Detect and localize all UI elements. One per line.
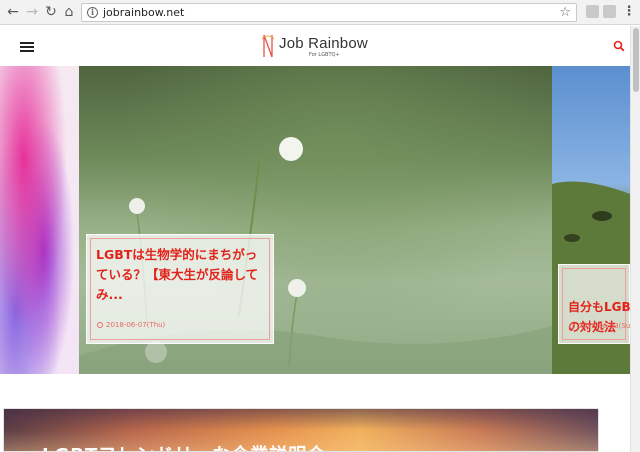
article-date-next: 2018-06-03(Sun) [569, 322, 630, 330]
page-scrollbar[interactable] [630, 26, 640, 452]
clock-icon [97, 322, 103, 328]
logo-title: Job Rainbow [279, 35, 368, 52]
reload-icon[interactable]: ↻ [43, 4, 59, 20]
event-banner[interactable]: LGBTフレンドリーな企業説明会 [3, 408, 599, 452]
article-card-next[interactable]: 自分もLGB の対処法 2018-06-03(Sun) [558, 264, 630, 344]
info-icon[interactable]: i [87, 7, 98, 18]
banner-title[interactable]: LGBTフレンドリーな企業説明会 [42, 441, 326, 451]
article-title-next[interactable]: 自分もLGB の対処法 [568, 297, 630, 337]
extension-icon[interactable] [586, 5, 599, 18]
extension-mail-icon[interactable] [603, 5, 616, 18]
scrollbar-thumb[interactable] [633, 28, 639, 92]
article-title[interactable]: LGBTは生物学的にまちがっている？【東大生が反論してみ... [96, 245, 266, 305]
address-bar[interactable]: i jobrainbow.net ☆ [81, 3, 577, 22]
rainbow-logo-icon [261, 34, 275, 58]
featured-carousel[interactable]: LGBTは生物学的にまちがっている？【東大生が反論してみ... 2018-06-… [0, 66, 630, 374]
hamburger-menu-icon[interactable] [20, 42, 34, 52]
browser-toolbar: ← → ↻ ⌂ i jobrainbow.net ☆ ⋮ [0, 0, 640, 25]
site-logo[interactable]: Job Rainbow For LGBTQ+ [261, 33, 371, 61]
browser-menu-icon[interactable]: ⋮ [622, 4, 636, 20]
back-arrow-icon[interactable]: ← [5, 4, 21, 20]
url-text[interactable]: jobrainbow.net [103, 6, 184, 19]
home-icon[interactable]: ⌂ [61, 4, 77, 20]
bookmark-star-icon[interactable]: ☆ [559, 5, 571, 20]
carousel-slide-prev[interactable] [0, 66, 79, 374]
clock-icon [569, 323, 575, 329]
site-header: Job Rainbow For LGBTQ+ [0, 26, 630, 66]
search-icon[interactable] [613, 40, 625, 52]
logo-subtitle: For LGBTQ+ [309, 52, 340, 58]
forward-arrow-icon[interactable]: → [24, 4, 40, 20]
article-card[interactable]: LGBTは生物学的にまちがっている？【東大生が反論してみ... 2018-06-… [86, 234, 274, 344]
article-date: 2018-06-07(Thu) [97, 321, 165, 329]
